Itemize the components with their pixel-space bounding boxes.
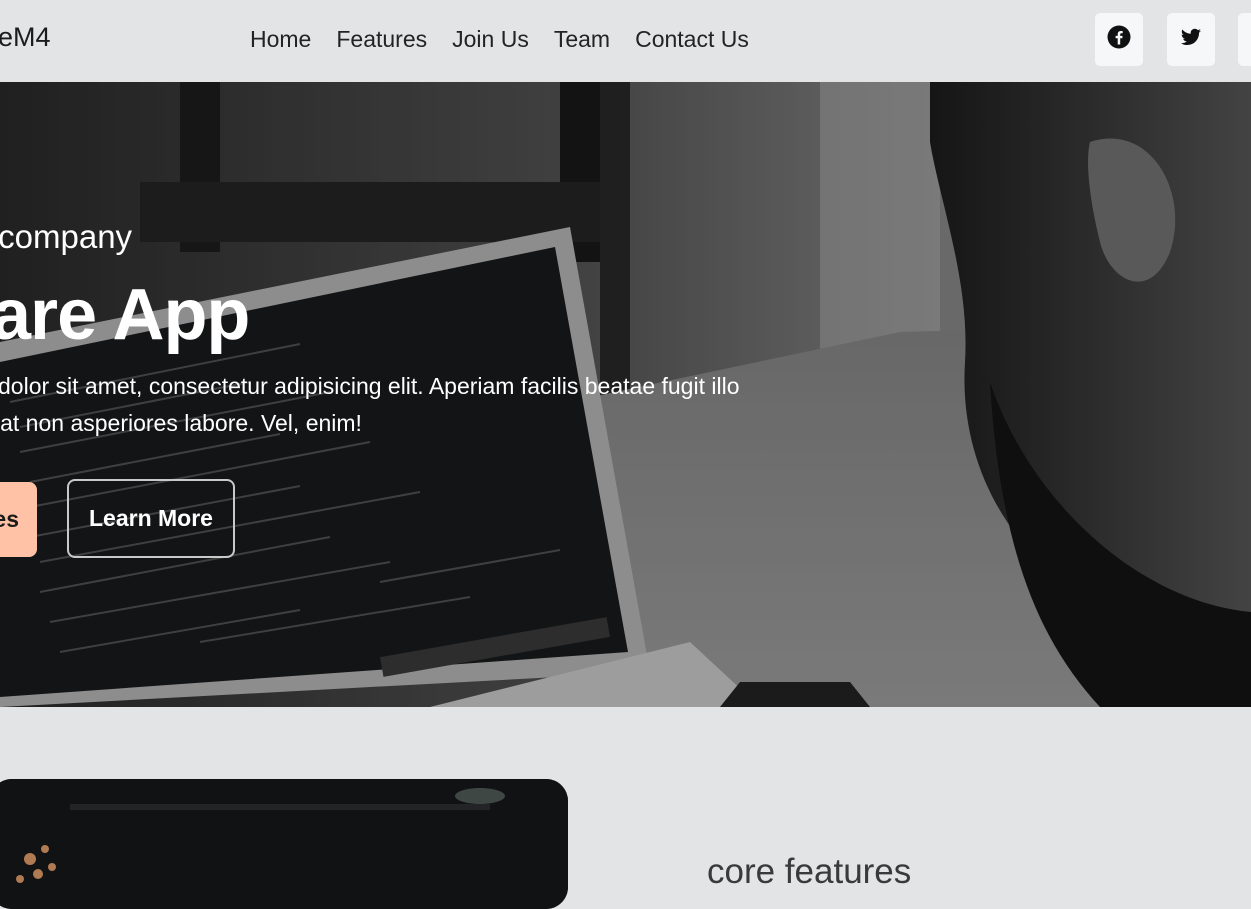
- learn-more-button[interactable]: Learn More: [67, 479, 235, 558]
- hero-section: r company ware App dolor sit amet, conse…: [0, 82, 1251, 707]
- twitter-icon: [1179, 25, 1203, 54]
- facebook-button[interactable]: [1095, 13, 1143, 66]
- hero-description: dolor sit amet, consectetur adipisicing …: [0, 368, 800, 442]
- nav-link-join-us[interactable]: Join Us: [452, 26, 529, 53]
- instagram-button[interactable]: [1238, 13, 1251, 66]
- primary-cta-button[interactable]: es: [0, 482, 37, 557]
- hero-description-line: dolor sit amet, consectetur adipisicing …: [0, 373, 740, 399]
- nav-link-home[interactable]: Home: [250, 26, 311, 53]
- nav-link-contact-us[interactable]: Contact Us: [635, 26, 749, 53]
- brand-logo[interactable]: eM4: [0, 22, 51, 53]
- feature-photo: [0, 779, 568, 909]
- nav-link-features[interactable]: Features: [336, 26, 427, 53]
- hero-title: ware App: [0, 275, 250, 355]
- nav-links: Home Features Join Us Team Contact Us: [250, 26, 749, 53]
- twitter-button[interactable]: [1167, 13, 1215, 66]
- nav-link-team[interactable]: Team: [554, 26, 610, 53]
- core-features-heading: core features: [707, 852, 912, 891]
- hero-description-line: iat non asperiores labore. Vel, enim!: [0, 410, 362, 436]
- feature-image: [0, 779, 568, 909]
- navbar: eM4 Home Features Join Us Team Contact U…: [0, 0, 1251, 82]
- hero-content: r company ware App dolor sit amet, conse…: [0, 82, 1251, 707]
- facebook-icon: [1107, 25, 1131, 54]
- hero-eyebrow: r company: [0, 218, 133, 255]
